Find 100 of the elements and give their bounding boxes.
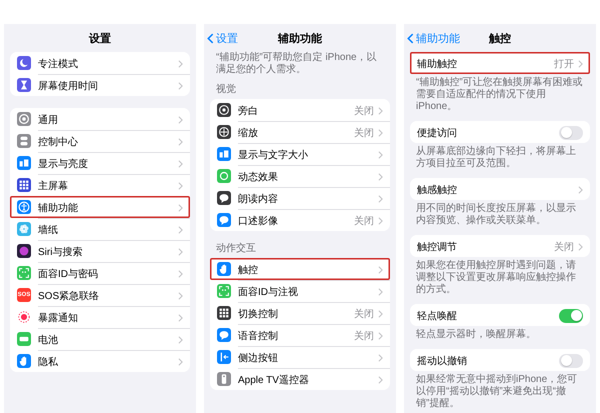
settings-row[interactable]: 显示与文字大小 [210,143,390,165]
row-value: 打开 [554,58,574,70]
chevron-icon [378,310,383,318]
chevron-icon [378,288,383,296]
row-label: Apple TV遥控器 [238,374,310,386]
row-label: 侧边按钮 [238,352,279,364]
row-label: 触控调节 [417,240,458,254]
chevron-icon [178,138,183,146]
row-value: 关闭 [354,214,374,228]
section-footer: “辅助触控”可让您在触摸屏幕有困难或需要自适应配件的情况下使用iPhone。 [410,74,590,113]
settings-row[interactable]: Apple TV遥控器 [210,368,390,390]
settings-row[interactable]: 显示与亮度 [10,152,190,174]
settings-row[interactable]: 通用 [10,108,190,130]
chevron-icon [378,128,383,136]
back-chevron-icon [407,33,414,44]
row-label: 触控 [238,264,259,276]
toggle-switch[interactable] [559,126,583,140]
chevron-icon [378,216,383,224]
intro-note: “辅助功能”可帮助您自定 iPhone，以满足您的个人需求。 [215,52,378,77]
row-label: 语音控制 [238,330,279,342]
settings-row[interactable]: 墙纸 [10,218,190,240]
settings-row[interactable]: 隐私 [10,350,190,372]
chevron-icon [178,336,183,344]
settings-row[interactable]: Siri与搜索 [10,240,190,262]
chevron-icon [378,106,383,114]
settings-row[interactable]: 控制中心 [10,130,190,152]
settings-row[interactable]: 辅助功能 [10,196,190,218]
chevron-icon [178,160,183,168]
row-label: 主屏幕 [38,180,69,192]
row-label: 动态效果 [238,170,279,184]
row-value: 关闭 [354,126,374,140]
settings-row[interactable]: 便捷访问 [410,121,590,143]
settings-row[interactable]: 屏幕使用时间 [10,74,190,96]
row-label: 缩放 [238,126,259,140]
row-value: 关闭 [354,308,374,320]
row-label: 辅助功能 [38,202,79,214]
chevron-icon [178,182,183,190]
chevron-icon [178,82,183,90]
row-value: 关闭 [554,240,574,254]
chevron-icon [378,266,383,274]
chevron-icon [178,116,183,124]
chevron-icon [178,60,183,68]
screen-title: 设置 [89,32,111,46]
settings-row[interactable]: 触控调节 关闭 [410,235,590,257]
settings-row[interactable]: 动态效果 [210,165,390,187]
chevron-icon [178,226,183,234]
row-label: 墙纸 [38,224,59,236]
settings-row[interactable]: 触控 [210,258,390,280]
toggle-switch[interactable] [559,308,583,322]
settings-row[interactable]: 旁白 关闭 [210,99,390,121]
settings-row[interactable]: 缩放 关闭 [210,121,390,143]
row-label: 屏幕使用时间 [38,80,99,92]
row-label: 旁白 [238,104,259,118]
chevron-icon [578,60,583,68]
settings-row[interactable]: 面容ID与密码 [10,262,190,284]
row-label: 专注模式 [38,58,79,70]
toggle-switch[interactable] [559,354,583,368]
settings-row[interactable]: 朗读内容 [210,187,390,209]
section-header: 动作交互 [215,242,257,256]
row-label: 暴露通知 [38,312,79,324]
screen-title: 辅助功能 [278,32,322,46]
chevron-icon [578,242,583,250]
settings-row[interactable]: 切换控制 关闭 [210,302,390,324]
row-label: 切换控制 [238,308,279,320]
chevron-icon [378,172,383,180]
row-value: 关闭 [354,330,374,342]
section-header: 视觉 [215,82,237,97]
row-label: 触感触控 [417,184,458,196]
settings-row[interactable]: 摇动以撤销 [410,349,590,371]
settings-row[interactable]: 专注模式 [10,52,190,74]
settings-row[interactable]: 触感触控 [410,178,590,200]
settings-row[interactable]: 电池 [10,328,190,350]
chevron-icon [578,186,583,194]
section-footer: 用不同的时间长度按压屏幕，以显示内容预览、操作或关联菜单。 [410,200,590,227]
row-label: 轻点唤醒 [417,310,458,322]
settings-row[interactable]: 轻点唤醒 [410,304,590,326]
row-label: 隐私 [38,356,59,368]
row-value: 关闭 [354,104,374,118]
settings-row[interactable]: 主屏幕 [10,174,190,196]
chevron-icon [178,292,183,300]
row-label: 电池 [38,334,59,346]
settings-row[interactable]: 暴露通知 [10,306,190,328]
section-footer: 如果经常无意中摇动到iPhone，您可以停用“摇动以撤销”来避免出现“撤销”提醒。 [410,371,590,410]
chevron-icon [378,354,383,362]
section-footer: 如果您在使用触控屏时遇到问题，请调整以下设置更改屏幕响应触控操作的方式。 [410,257,590,296]
row-label: 便捷访问 [417,126,458,140]
settings-row[interactable]: 口述影像 关闭 [210,209,390,231]
settings-row[interactable]: 侧边按钮 [210,346,390,368]
section-footer: 轻点显示器时，唤醒屏幕。 [410,326,590,341]
row-label: 朗读内容 [238,192,279,206]
settings-row[interactable]: 辅助触控 打开 [410,52,590,74]
chevron-icon [178,314,183,322]
settings-row[interactable]: 语音控制 关闭 [210,324,390,346]
row-label: 摇动以撤销 [417,354,468,368]
back-chevron-icon [207,33,214,44]
row-label: SOS紧急联络 [38,290,100,302]
settings-row[interactable]: 面容ID与注视 [210,280,390,302]
row-label: 辅助触控 [417,58,458,70]
chevron-icon [178,358,183,366]
row-label: Siri与搜索 [38,246,84,258]
